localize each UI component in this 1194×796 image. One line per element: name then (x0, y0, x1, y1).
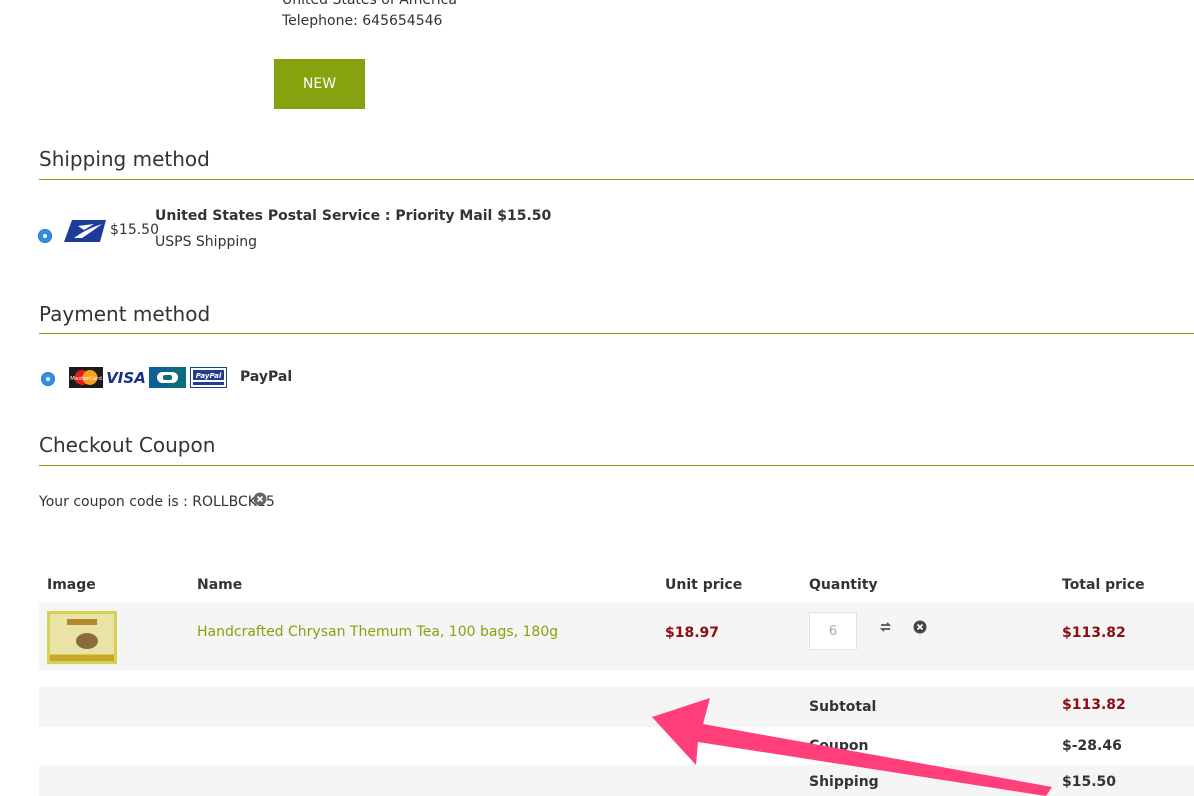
svg-text:MasterCard: MasterCard (70, 376, 102, 382)
shipping-method-title: Shipping method (39, 147, 210, 171)
coupon-label: Coupon (809, 738, 869, 754)
address-telephone: Telephone: 645654546 (282, 13, 443, 29)
shipping-label: Shipping (809, 774, 879, 790)
header-quantity: Quantity (809, 577, 878, 593)
shipping-price-short: $15.50 (110, 222, 159, 238)
item-total-price: $113.82 (1062, 625, 1126, 641)
header-name: Name (197, 577, 243, 593)
shipping-value: $15.50 (1062, 774, 1117, 790)
subtotal-row (39, 687, 1194, 727)
refresh-quantity-icon[interactable] (879, 620, 892, 634)
checkout-coupon-title: Checkout Coupon (39, 433, 216, 457)
coupon-value: $-28.46 (1062, 738, 1122, 754)
header-image: Image (47, 577, 96, 593)
shipping-service-sub: USPS Shipping (155, 234, 257, 250)
unit-price: $18.97 (665, 625, 720, 641)
header-total-price: Total price (1062, 577, 1145, 593)
product-name-link[interactable]: Handcrafted Chrysan Themum Tea, 100 bags… (197, 624, 558, 640)
payment-radio[interactable] (41, 372, 55, 386)
annotation-arrow (652, 698, 1052, 796)
remove-item-icon[interactable] (913, 620, 927, 634)
address-country: United States of America (282, 0, 457, 8)
payment-label: PayPal (240, 369, 293, 385)
shipping-radio[interactable] (38, 229, 52, 243)
subtotal-value: $113.82 (1062, 697, 1126, 713)
usps-eagle-icon (64, 220, 106, 242)
mastercard-icon: MasterCard (69, 367, 103, 388)
payment-method-title: Payment method (39, 302, 211, 326)
new-address-button[interactable]: NEW (274, 59, 365, 109)
shipping-service-name: United States Postal Service : Priority … (155, 208, 552, 224)
quantity-input[interactable] (809, 612, 857, 650)
svg-text:PayPal: PayPal (196, 372, 222, 380)
header-unit-price: Unit price (665, 577, 743, 593)
subtotal-label: Subtotal (809, 699, 877, 715)
paypal-icon: PayPal (190, 367, 227, 388)
product-thumbnail[interactable] (47, 611, 117, 664)
coupon-divider (39, 465, 1194, 466)
remove-coupon-icon[interactable] (253, 492, 267, 506)
svg-text:VISA: VISA (107, 369, 145, 387)
payment-divider (39, 333, 1194, 334)
cb-icon (149, 367, 186, 388)
shipping-divider (39, 179, 1194, 180)
coupon-code-text: Your coupon code is : ROLLBCK15 (39, 494, 275, 510)
visa-icon: VISA (107, 369, 145, 387)
shipping-row (39, 765, 1194, 796)
